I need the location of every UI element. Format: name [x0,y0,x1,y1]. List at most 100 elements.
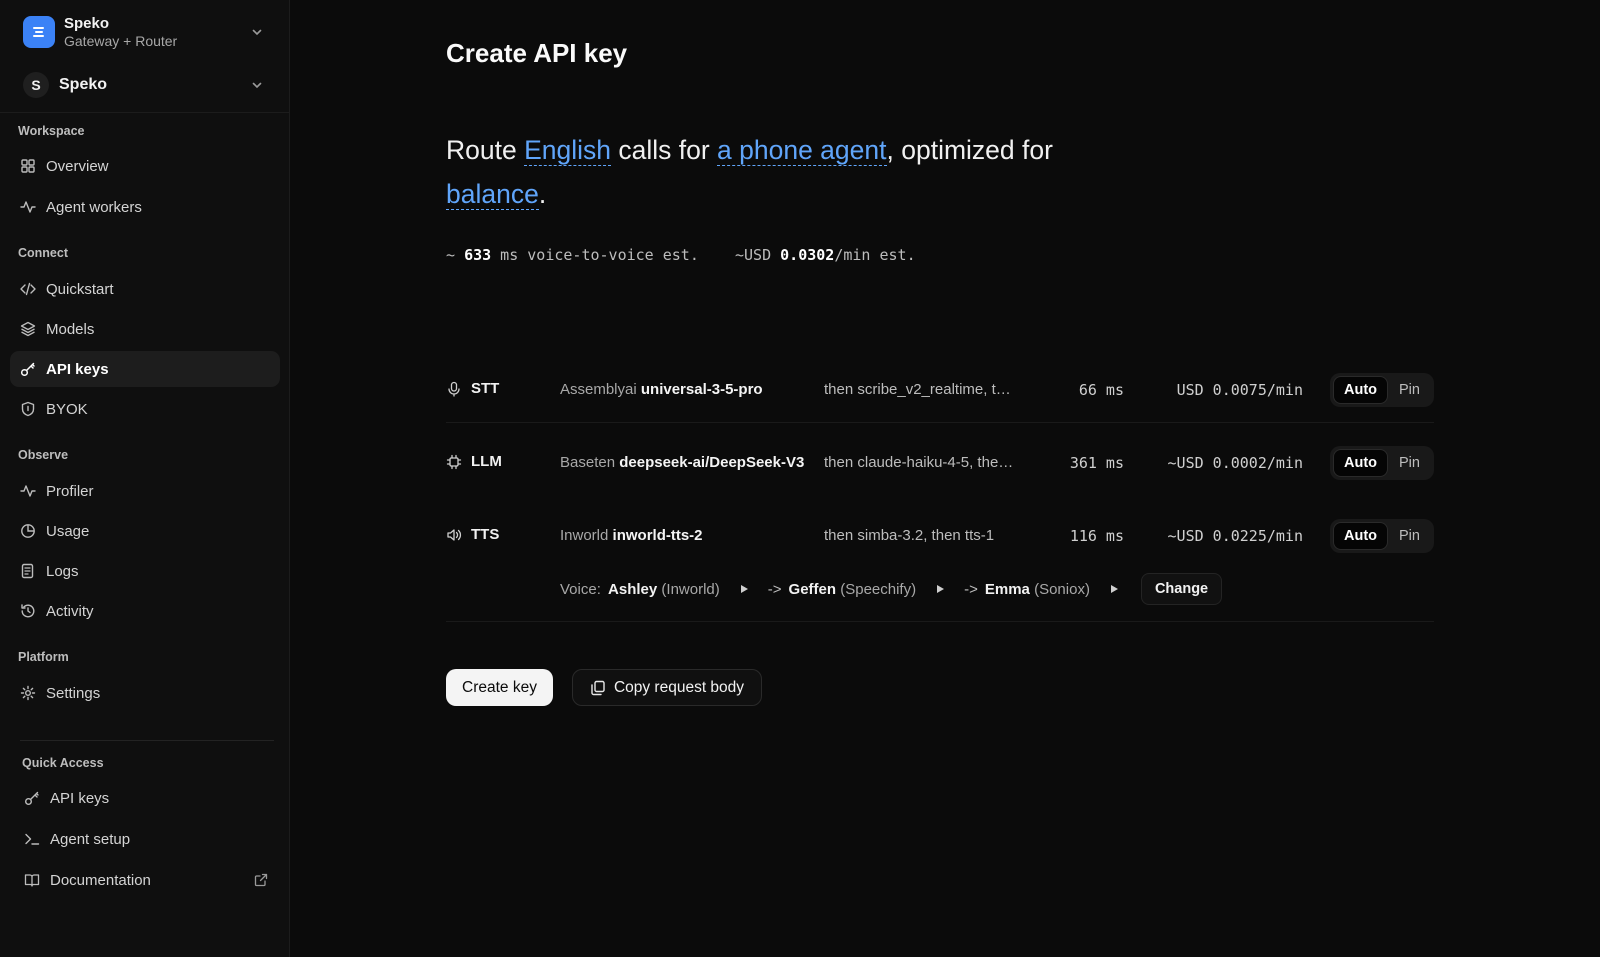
fallback-chain: then simba-3.2, then tts-1 [824,527,995,544]
cost-value: ~USD 0.0225/min [1167,527,1303,545]
quick-access-documentation[interactable]: Documentation [14,862,284,898]
sidebar-item-settings[interactable]: Settings [10,675,280,711]
sidebar-item-label: Documentation [50,871,151,889]
provider-model[interactable]: Baseten deepseek-ai/DeepSeek-V3 [560,454,805,471]
sidebar-item-activity[interactable]: Activity [10,593,280,629]
org-subtitle: Gateway + Router [64,32,178,49]
sidebar-item-profiler[interactable]: Profiler [10,473,280,509]
org-switcher[interactable]: Speko Gateway + Router [23,14,268,50]
provider-model[interactable]: Inworld inworld-tts-2 [560,527,805,544]
key-icon [19,360,37,378]
sidebar-item-api-keys[interactable]: API keys [10,351,280,387]
sidebar-item-label: Logs [46,562,79,580]
latency-label: ms voice-to-voice est. [491,246,699,264]
layers-icon [19,320,37,338]
voice-name: Emma [984,580,1030,598]
voice-label: Voice: [560,580,601,598]
pie-chart-icon [19,522,37,540]
sidebar-item-usage[interactable]: Usage [10,513,280,549]
role-label: TTS [471,526,500,543]
use-case-selector[interactable]: a phone agent [717,135,887,166]
sidebar-item-byok[interactable]: BYOK [10,391,280,427]
language-selector[interactable]: English [524,135,611,166]
sidebar-item-label: Profiler [46,482,94,500]
provider-model[interactable]: Assemblyai universal-3-5-pro [560,381,805,398]
mode-auto-button[interactable]: Auto [1333,376,1388,404]
provider-name: Inworld [560,527,609,544]
hero-text: . [538,179,547,209]
pipeline-row-llm: LLM Baseten deepseek-ai/DeepSeek-V3 then… [446,430,1434,496]
optimization-selector[interactable]: balance [446,179,539,210]
hero-text: calls for [611,135,718,165]
estimate-prefix: ~ [446,246,465,264]
quick-access-api-keys[interactable]: API keys [14,780,284,816]
history-icon [19,602,37,620]
mode-auto-button[interactable]: Auto [1333,449,1388,477]
key-icon [23,789,41,807]
activity-icon [19,198,37,216]
speaker-icon [446,527,462,543]
arrow-text: -> [767,580,782,598]
mode-pin-button[interactable]: Pin [1388,522,1431,550]
mode-pin-button[interactable]: Pin [1388,376,1431,404]
copy-request-body-button[interactable]: Copy request body [572,669,762,706]
page-title: Create API key [446,38,628,68]
chip-icon [446,454,462,470]
microphone-icon [446,381,462,397]
divider [20,740,274,741]
pipeline-row-stt: STT Assemblyai universal-3-5-pro then sc… [446,357,1434,423]
section-platform: Platform [18,650,69,664]
sidebar-item-label: Overview [46,157,109,175]
voice-provider: (Speechify) [840,580,917,598]
mode-auto-button[interactable]: Auto [1333,522,1388,550]
sidebar-item-label: Settings [46,684,101,702]
sidebar-item-quickstart[interactable]: Quickstart [10,271,280,307]
cost-prefix: ~USD [735,246,781,264]
sidebar-item-overview[interactable]: Overview [10,148,280,184]
fallback-chain: then scribe_v2_realtime, then nova-3 [824,381,1014,398]
pipeline-row-tts: TTS Inworld inworld-tts-2 then simba-3.2… [446,503,1434,569]
terminal-icon [23,830,41,848]
cost-value: ~USD 0.0002/min [1167,454,1303,472]
sidebar-item-label: Agent workers [46,198,142,216]
create-key-button[interactable]: Create key [446,669,553,706]
hero-text: , optimized for [886,135,1053,165]
sidebar-item-models[interactable]: Models [10,311,280,347]
org-name: Speko [64,14,110,32]
shield-icon [19,400,37,418]
speko-logo-icon [23,16,55,48]
chevron-down-icon[interactable] [250,25,264,39]
role-label: LLM [471,453,502,470]
model-name: deepseek-ai/DeepSeek-V3 [619,454,805,471]
mode-toggle: Auto Pin [1330,446,1434,480]
mode-toggle: Auto Pin [1330,373,1434,407]
play-icon[interactable] [739,584,749,594]
change-voice-button[interactable]: Change [1140,573,1223,605]
grid-icon [19,157,37,175]
role-label: STT [471,380,500,397]
chevron-down-icon[interactable] [250,78,264,92]
sidebar-item-logs[interactable]: Logs [10,553,280,589]
sidebar-item-label: BYOK [46,400,88,418]
main-content: Create API key Route English calls for a… [291,0,1600,957]
quick-access-agent-setup[interactable]: Agent setup [14,821,284,857]
mode-toggle: Auto Pin [1330,519,1434,553]
voice-provider: (Soniox) [1034,580,1090,598]
model-name: inworld-tts-2 [612,527,703,544]
voice-provider: (Inworld) [661,580,720,598]
fallback-chain: then claude-haiku-4-5, then gpt-4o-mini [824,454,1014,471]
play-icon[interactable] [935,584,945,594]
mode-pin-button[interactable]: Pin [1388,449,1431,477]
sidebar-item-label: Agent setup [50,830,131,848]
external-link-icon[interactable] [254,873,268,887]
activity-icon [19,482,37,500]
hero-text: Route [446,135,525,165]
play-icon[interactable] [1109,584,1119,594]
sidebar-item-label: Usage [46,522,90,540]
sidebar-item-agent-workers[interactable]: Agent workers [10,189,280,225]
workspace-switcher[interactable]: S Speko [23,70,268,100]
cost-estimate: 0.0302 [780,246,835,264]
document-icon [19,562,37,580]
button-label: Copy request body [613,678,745,696]
section-quick-access: Quick Access [22,756,104,770]
